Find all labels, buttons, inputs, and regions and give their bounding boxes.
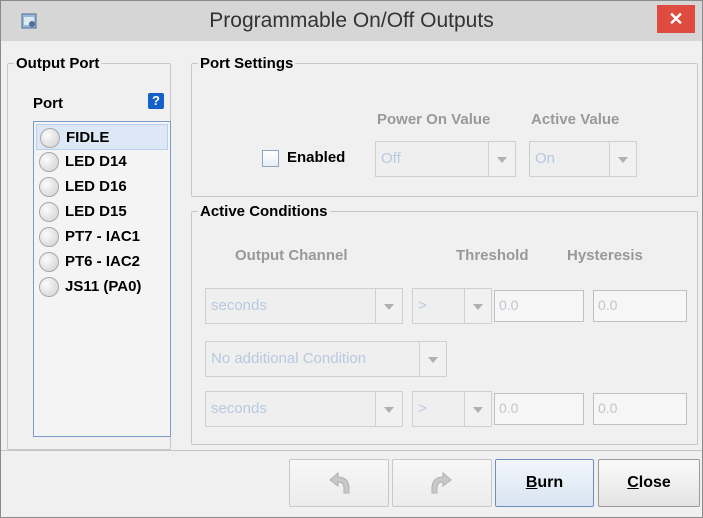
port-item-pt7-iac1[interactable]: PT7 - IAC1	[36, 224, 166, 248]
port-item-led-d16[interactable]: LED D16	[36, 174, 166, 198]
undo-button[interactable]	[289, 459, 389, 507]
burn-button[interactable]: Burn	[495, 459, 594, 507]
hysteresis-label: Hysteresis	[567, 247, 643, 264]
hysteresis-value-2: 0.0	[598, 400, 618, 416]
redo-button[interactable]	[392, 459, 492, 507]
burn-mnemonic: B	[525, 474, 538, 491]
operator-select-2[interactable]: >	[412, 391, 492, 427]
title-bar[interactable]: Programmable On/Off Outputs ✕	[1, 1, 702, 41]
chevron-down-icon	[609, 142, 636, 176]
port-item-label: LED D15	[65, 203, 127, 220]
operator-value-1: >	[418, 297, 427, 314]
additional-condition-value: No additional Condition	[211, 350, 367, 367]
active-value-text: On	[535, 150, 556, 167]
port-settings-legend: Port Settings	[200, 55, 294, 72]
chevron-down-icon	[375, 392, 402, 426]
chevron-down-icon	[419, 342, 446, 376]
threshold-input-2[interactable]: 0.0	[494, 393, 584, 425]
threshold-label: Threshold	[456, 247, 529, 264]
additional-condition-select[interactable]: No additional Condition	[205, 341, 447, 377]
port-item-label: PT7 - IAC1	[65, 228, 141, 245]
chevron-down-icon	[464, 289, 491, 323]
port-item-pt6-iac2[interactable]: PT6 - IAC2	[36, 249, 166, 273]
port-item-fidle[interactable]: FIDLE	[36, 124, 168, 150]
radio-icon	[39, 277, 59, 297]
undo-icon	[329, 471, 350, 494]
active-conditions-legend: Active Conditions	[200, 203, 328, 220]
power-on-value-select[interactable]: Off	[375, 141, 516, 177]
radio-icon	[39, 177, 59, 197]
port-item-label: LED D14	[65, 153, 127, 170]
redo-icon	[431, 471, 452, 494]
hysteresis-input-1[interactable]: 0.0	[593, 290, 687, 322]
help-icon[interactable]: ?	[148, 93, 164, 109]
radio-icon	[39, 202, 59, 222]
dialog-content: Output Port Port ? FIDLE LED D14 LED D16…	[7, 45, 698, 450]
close-mnemonic: C	[627, 474, 639, 491]
port-item-led-d14[interactable]: LED D14	[36, 149, 166, 173]
hysteresis-input-2[interactable]: 0.0	[593, 393, 687, 425]
radio-icon	[39, 252, 59, 272]
port-item-led-d15[interactable]: LED D15	[36, 199, 166, 223]
close-label-rest: lose	[638, 474, 671, 491]
output-channel-value-2: seconds	[211, 400, 267, 417]
active-value-label: Active Value	[531, 111, 620, 128]
port-item-label: JS11 (PA0)	[65, 278, 142, 295]
hysteresis-value-1: 0.0	[598, 297, 618, 313]
output-channel-label: Output Channel	[235, 247, 348, 264]
power-on-value-text: Off	[381, 150, 401, 167]
threshold-value-2: 0.0	[499, 400, 519, 416]
radio-icon	[39, 152, 59, 172]
chevron-down-icon	[488, 142, 515, 176]
radio-icon	[39, 227, 59, 247]
threshold-value-1: 0.0	[499, 297, 519, 313]
burn-label-rest: urn	[537, 474, 564, 491]
enabled-label: Enabled	[287, 149, 346, 166]
chevron-down-icon	[464, 392, 491, 426]
chevron-down-icon	[375, 289, 402, 323]
output-channel-select-1[interactable]: seconds	[205, 288, 403, 324]
operator-value-2: >	[418, 400, 427, 417]
port-item-label: LED D16	[65, 178, 127, 195]
port-item-js11-pa0[interactable]: JS11 (PA0)	[36, 274, 166, 298]
enabled-checkbox[interactable]	[262, 150, 279, 167]
port-item-label: FIDLE	[66, 129, 110, 146]
active-value-select[interactable]: On	[529, 141, 637, 177]
power-on-value-label: Power On Value	[377, 111, 491, 128]
port-label: Port	[33, 95, 63, 112]
operator-select-1[interactable]: >	[412, 288, 492, 324]
window-title: Programmable On/Off Outputs	[209, 9, 494, 32]
footer-divider	[1, 450, 702, 451]
output-channel-value-1: seconds	[211, 297, 267, 314]
port-item-label: PT6 - IAC2	[65, 253, 141, 270]
port-list[interactable]: FIDLE LED D14 LED D16 LED D15 PT7 - IAC1…	[33, 121, 171, 437]
close-button[interactable]: Close	[598, 459, 700, 507]
threshold-input-1[interactable]: 0.0	[494, 290, 584, 322]
dialog-window: Programmable On/Off Outputs ✕ Output Por…	[0, 0, 703, 518]
output-channel-select-2[interactable]: seconds	[205, 391, 403, 427]
output-port-legend: Output Port	[16, 55, 100, 72]
close-window-button[interactable]: ✕	[657, 5, 695, 33]
radio-icon	[40, 128, 60, 148]
